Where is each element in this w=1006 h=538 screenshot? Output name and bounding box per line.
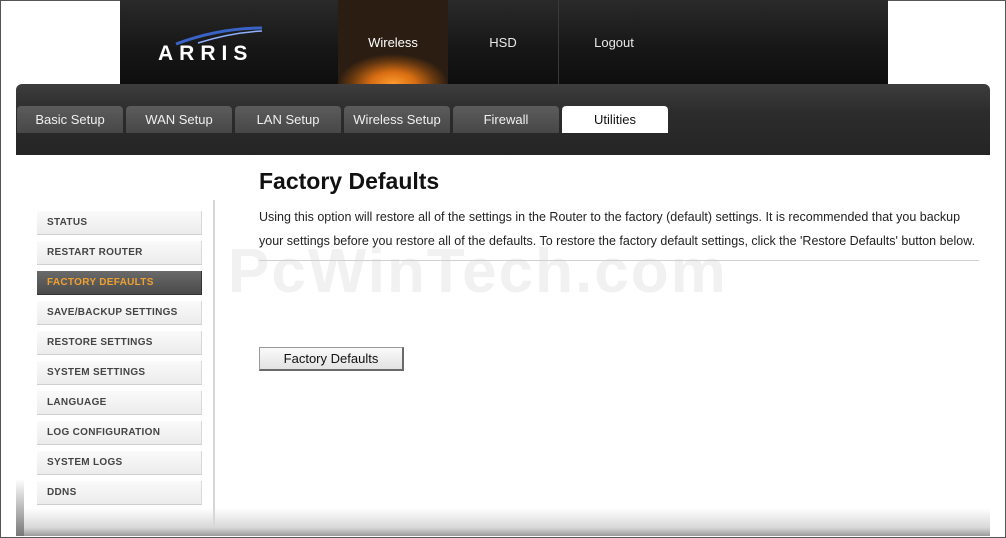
page-title: Factory Defaults <box>259 168 440 194</box>
bottom-shadow <box>24 508 990 536</box>
tab-firewall[interactable]: Firewall <box>453 106 559 133</box>
top-nav: Wireless HSD Logout <box>338 0 669 84</box>
sidebar-item-log-configuration[interactable]: LOG CONFIGURATION <box>37 421 202 445</box>
factory-defaults-button[interactable]: Factory Defaults <box>259 347 404 371</box>
arris-logo: ARRIS <box>158 26 268 66</box>
topnav-hsd[interactable]: HSD <box>448 0 558 84</box>
topnav-logout[interactable]: Logout <box>559 0 669 84</box>
tab-utilities[interactable]: Utilities <box>562 106 668 133</box>
sidebar-item-ddns[interactable]: DDNS <box>37 481 202 505</box>
logo-text: ARRIS <box>158 42 254 65</box>
sidebar-item-save-backup-settings[interactable]: SAVE/BACKUP SETTINGS <box>37 301 202 325</box>
sidebar-item-factory-defaults[interactable]: FACTORY DEFAULTS <box>37 271 202 295</box>
main-tabs: Basic Setup WAN Setup LAN Setup Wireless… <box>17 106 668 133</box>
content-divider <box>259 260 979 261</box>
topnav-wireless[interactable]: Wireless <box>338 0 448 84</box>
tab-wan-setup[interactable]: WAN Setup <box>126 106 232 133</box>
tab-lan-setup[interactable]: LAN Setup <box>235 106 341 133</box>
sidebar-item-restore-settings[interactable]: RESTORE SETTINGS <box>37 331 202 355</box>
sidebar-item-language[interactable]: LANGUAGE <box>37 391 202 415</box>
sidebar: STATUS RESTART ROUTER FACTORY DEFAULTS S… <box>27 200 215 528</box>
page-description: Using this option will restore all of th… <box>259 210 976 248</box>
tab-panel: Basic Setup WAN Setup LAN Setup Wireless… <box>16 84 990 155</box>
sidebar-item-restart-router[interactable]: RESTART ROUTER <box>37 241 202 265</box>
frame-left-edge <box>16 155 24 536</box>
sidebar-item-status[interactable]: STATUS <box>37 211 202 235</box>
tab-wireless-setup[interactable]: Wireless Setup <box>344 106 450 133</box>
sidebar-item-system-settings[interactable]: SYSTEM SETTINGS <box>37 361 202 385</box>
header-bar: ARRIS Wireless HSD Logout <box>120 0 888 84</box>
tab-basic-setup[interactable]: Basic Setup <box>17 106 123 133</box>
sidebar-item-system-logs[interactable]: SYSTEM LOGS <box>37 451 202 475</box>
